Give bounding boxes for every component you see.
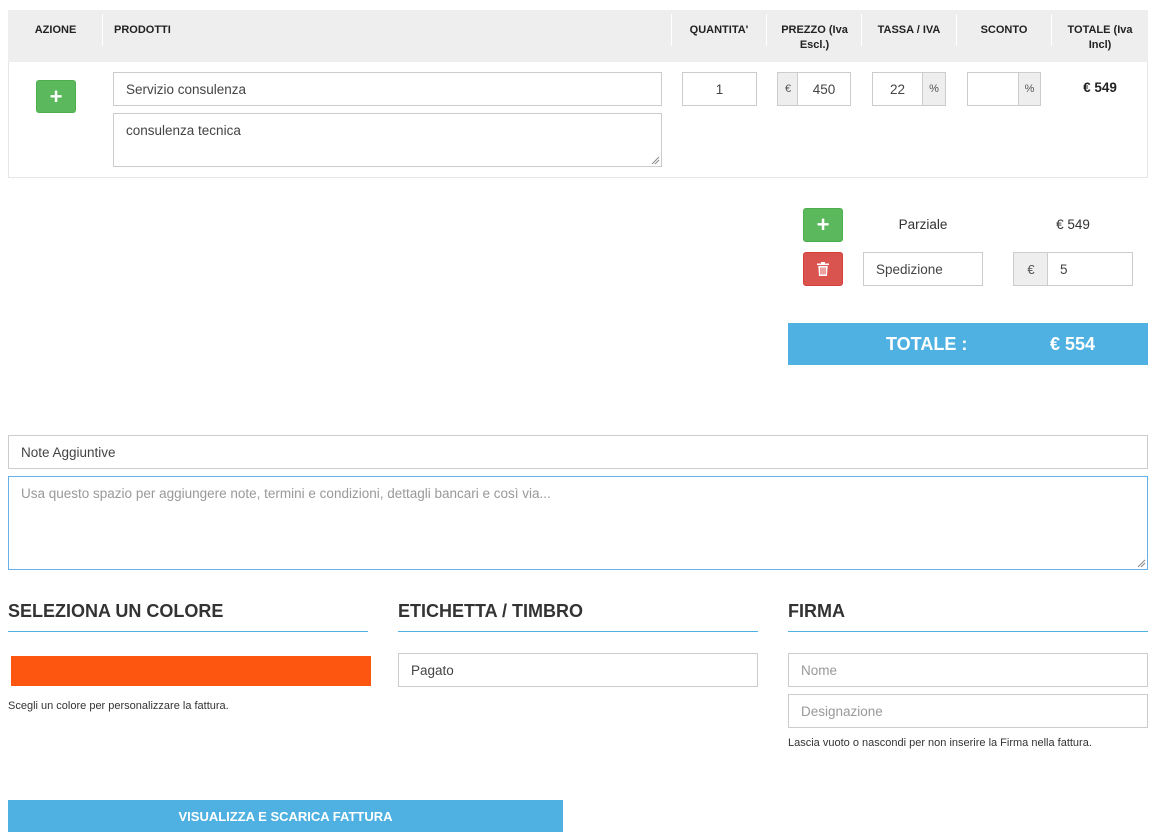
partial-label: Parziale [898, 217, 948, 232]
tax-percent-addon: % [922, 72, 946, 106]
color-section-title: SELEZIONA UN COLORE [8, 601, 224, 621]
quantity-input[interactable]: 1 [682, 72, 757, 106]
header-tassa: TASSA / IVA [877, 24, 941, 36]
product-description-textarea[interactable]: consulenza tecnica [113, 113, 662, 167]
signature-name-input[interactable]: Nome [788, 653, 1148, 687]
shipping-label-input[interactable]: Spedizione [863, 252, 983, 286]
plus-icon: + [49, 83, 63, 109]
notes-textarea[interactable]: Usa questo spazio per aggiungere note, t… [8, 476, 1148, 570]
row-total: € 549 [1083, 80, 1117, 95]
add-line-button[interactable]: + [803, 208, 843, 242]
discount-input[interactable] [967, 72, 1019, 106]
add-row-button[interactable]: + [36, 80, 76, 113]
header-azione: AZIONE [34, 24, 77, 36]
notes-title-input[interactable]: Note Aggiuntive [8, 435, 1148, 469]
delete-line-button[interactable] [803, 252, 843, 286]
header-prodotti: PRODOTTI [114, 24, 171, 36]
grand-total-bar: TOTALE : € 554 [788, 323, 1148, 365]
trash-icon [817, 262, 829, 276]
color-help-text: Scegli un colore per personalizzare la f… [8, 700, 229, 712]
tax-input[interactable]: 22 [872, 72, 923, 106]
price-currency-addon: € [777, 72, 798, 106]
signature-designation-input[interactable]: Designazione [788, 694, 1148, 728]
price-input[interactable]: 450 [797, 72, 851, 106]
signature-help-text: Lascia vuoto o nascondi per non inserire… [788, 737, 1092, 749]
view-download-invoice-button[interactable]: VISUALIZZA E SCARICA FATTURA [8, 800, 563, 832]
shipping-currency-addon: € [1013, 252, 1048, 286]
stamp-input[interactable]: Pagato [398, 653, 758, 687]
stamp-section-title: ETICHETTA / TIMBRO [398, 601, 583, 621]
header-totale: TOTALE (Iva Incl) [1067, 24, 1133, 51]
partial-value: € 549 [1056, 217, 1090, 232]
resize-handle-icon[interactable] [1137, 559, 1146, 568]
grand-total-label: TOTALE : [886, 334, 968, 354]
grand-total-value: € 554 [1050, 334, 1096, 354]
header-quantita: QUANTITA' [689, 24, 749, 36]
plus-icon: + [816, 212, 830, 237]
discount-percent-addon: % [1018, 72, 1041, 106]
product-name-input[interactable]: Servizio consulenza [113, 72, 662, 106]
header-sconto: SCONTO [980, 24, 1028, 36]
signature-section-title: FIRMA [788, 601, 845, 621]
color-picker[interactable] [11, 656, 371, 686]
shipping-value-input[interactable]: 5 [1047, 252, 1133, 286]
header-prezzo: PREZZO (Iva Escl.) [781, 24, 848, 51]
resize-handle-icon[interactable] [651, 156, 660, 165]
